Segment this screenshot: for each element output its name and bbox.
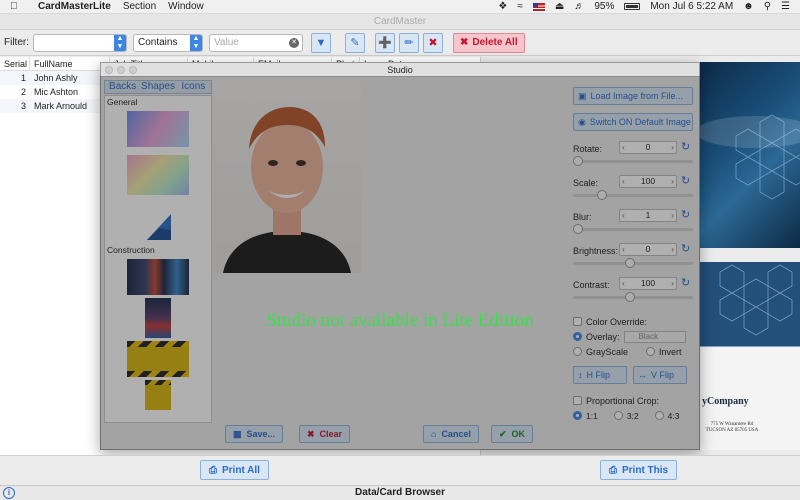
battery-percent[interactable]: 95% [594, 1, 614, 12]
chevron-updown-icon[interactable]: ▲ ▼ [114, 34, 126, 51]
cell-fullname: Mic Ashton [34, 87, 79, 97]
status-menus: ❖ ≈ ⏏ ♬ 95% Mon Jul 6 5:22 AM ☻ ⚲ ☰ [498, 1, 790, 12]
cell-fullname: Mark Arnould [34, 101, 88, 111]
main-window-title: CardMaster [0, 14, 800, 30]
edit-card-button[interactable]: ✏ [399, 32, 419, 53]
value-input[interactable]: Value ✕ [209, 33, 303, 52]
wifi-icon[interactable]: ≈ [517, 1, 523, 12]
user-icon[interactable]: ☻ [743, 1, 754, 12]
operator-value: Contains [138, 36, 178, 48]
cell-serial: 2 [20, 87, 26, 97]
minimize-window-icon[interactable] [117, 66, 125, 74]
apple-icon[interactable]:  [10, 1, 24, 12]
operator-combo[interactable]: Contains ▲ ▼ [133, 33, 203, 52]
lite-edition-overlay [100, 76, 700, 450]
window-controls [105, 66, 137, 74]
print-this-label: Print This [622, 464, 669, 476]
add-card-icon: ➕ [378, 37, 392, 49]
menu-bar:  CardMasterLite Section Window ❖ ≈ ⏏ ♬ … [0, 0, 800, 14]
battery-icon[interactable] [624, 3, 641, 10]
col-fullname[interactable]: FullName [30, 56, 110, 71]
print-this-button[interactable]: ⎙ Print This [600, 460, 678, 480]
card-front-preview [695, 62, 800, 248]
menu-section[interactable]: Section [123, 1, 156, 12]
delete-card-button[interactable]: ✖ [423, 32, 443, 53]
x-icon: ✖ [460, 37, 469, 48]
card-company-name: yCompany [702, 396, 749, 407]
funnel-icon: ▼ [315, 36, 327, 49]
info-icon[interactable]: i [3, 487, 15, 499]
printer-icon: ⎙ [209, 464, 217, 476]
edit-note-button[interactable]: ✎ [345, 32, 365, 53]
cell-serial: 3 [20, 101, 26, 111]
studio-title-bar: Studio [101, 63, 699, 77]
menu-app-name[interactable]: CardMasterLite [38, 1, 111, 12]
notification-center-icon[interactable]: ☰ [781, 1, 790, 12]
eject-icon[interactable]: ⏏ [555, 1, 564, 12]
zoom-window-icon[interactable] [129, 66, 137, 74]
clock[interactable]: Mon Jul 6 5:22 AM [650, 1, 733, 12]
delete-card-icon: ✖ [428, 37, 438, 49]
filter-toolbar: Filter: ▲ ▼ Contains ▲ ▼ Value ✕ ▼ ✎ ➕ ✏ ✖… [0, 30, 800, 56]
input-source-flag-icon[interactable] [532, 2, 545, 11]
close-window-icon[interactable] [105, 66, 113, 74]
chevron-updown-icon[interactable]: ▲ ▼ [190, 34, 202, 51]
card-back-preview: yCompany 775 W Wanamere Rd TUCSON AZ 857… [700, 262, 800, 450]
card-address: 775 W Wanamere Rd TUCSON AZ 85705 USA [705, 422, 759, 433]
filter-label: Filter: [4, 37, 29, 48]
cell-serial: 1 [20, 73, 26, 83]
status-text: Data/Card Browser [354, 487, 446, 498]
lite-edition-message: Studio not available in Lite Edition [266, 310, 534, 331]
hexagon-pattern [695, 114, 800, 200]
bottom-bar: ⎙ Print All ⎙ Print This [0, 455, 800, 485]
spotlight-search-icon[interactable]: ⚲ [764, 1, 771, 12]
status-bar: i Data/Card Browser [0, 485, 800, 500]
cell-fullname: John Ashly [34, 73, 78, 83]
value-placeholder: Value [214, 36, 239, 48]
print-all-button[interactable]: ⎙ Print All [200, 460, 269, 480]
filter-field-combo[interactable]: ▲ ▼ [33, 33, 127, 52]
edit-icon: ✎ [350, 37, 360, 49]
filter-button[interactable]: ▼ [311, 32, 331, 53]
col-serial[interactable]: Serial [0, 56, 30, 71]
edit-card-icon: ✏ [404, 37, 414, 49]
dropbox-icon[interactable]: ❖ [498, 1, 507, 12]
clear-icon[interactable]: ✕ [289, 37, 299, 48]
menu-window[interactable]: Window [168, 1, 204, 12]
delete-all-button[interactable]: ✖ Delete All [453, 32, 525, 53]
delete-all-label: Delete All [472, 37, 518, 48]
printer-icon: ⎙ [609, 464, 617, 476]
hexagon-pattern [719, 264, 793, 336]
studio-title: Studio [387, 65, 413, 75]
print-all-label: Print All [222, 464, 260, 476]
add-card-button[interactable]: ➕ [375, 32, 395, 53]
volume-icon[interactable]: ♬ [574, 1, 584, 12]
